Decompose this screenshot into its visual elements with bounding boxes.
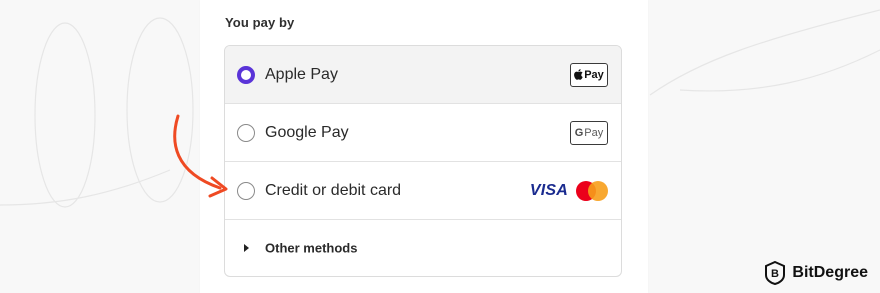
badge-text: Pay — [584, 68, 604, 81]
payment-option-google-pay[interactable]: Google Pay G Pay — [225, 104, 621, 162]
pay-by-heading: You pay by — [225, 15, 295, 30]
apple-pay-badge: Pay — [570, 62, 608, 87]
bitdegree-watermark: B BitDegree — [764, 261, 868, 285]
mastercard-icon — [576, 180, 608, 201]
radio-button-selected[interactable] — [237, 65, 255, 84]
apple-icon — [574, 69, 583, 80]
other-methods-toggle[interactable]: Other methods — [225, 220, 621, 276]
google-g-icon: G — [574, 126, 584, 139]
svg-text:B: B — [771, 268, 779, 280]
google-pay-badge: G Pay — [570, 120, 608, 145]
annotation-arrow-icon — [173, 114, 228, 198]
option-label: Credit or debit card — [265, 181, 402, 199]
bitdegree-logo-icon: B — [765, 261, 786, 285]
payment-panel: You pay by Apple Pay Pay Google Pay G Pa… — [200, 0, 648, 293]
other-methods-label: Other methods — [265, 240, 358, 256]
payment-option-apple-pay[interactable]: Apple Pay Pay — [225, 46, 621, 104]
caret-right-icon — [244, 244, 249, 252]
visa-logo: VISA — [529, 181, 568, 199]
watermark-text: BitDegree — [792, 264, 868, 281]
payment-option-card[interactable]: Credit or debit card VISA — [225, 162, 621, 220]
option-label: Google Pay — [265, 123, 349, 141]
option-label: Apple Pay — [265, 65, 338, 83]
payment-methods-list: Apple Pay Pay Google Pay G Pay Credit or… — [224, 45, 622, 277]
card-logos: VISA — [529, 180, 608, 201]
badge-text: Pay — [584, 126, 604, 139]
